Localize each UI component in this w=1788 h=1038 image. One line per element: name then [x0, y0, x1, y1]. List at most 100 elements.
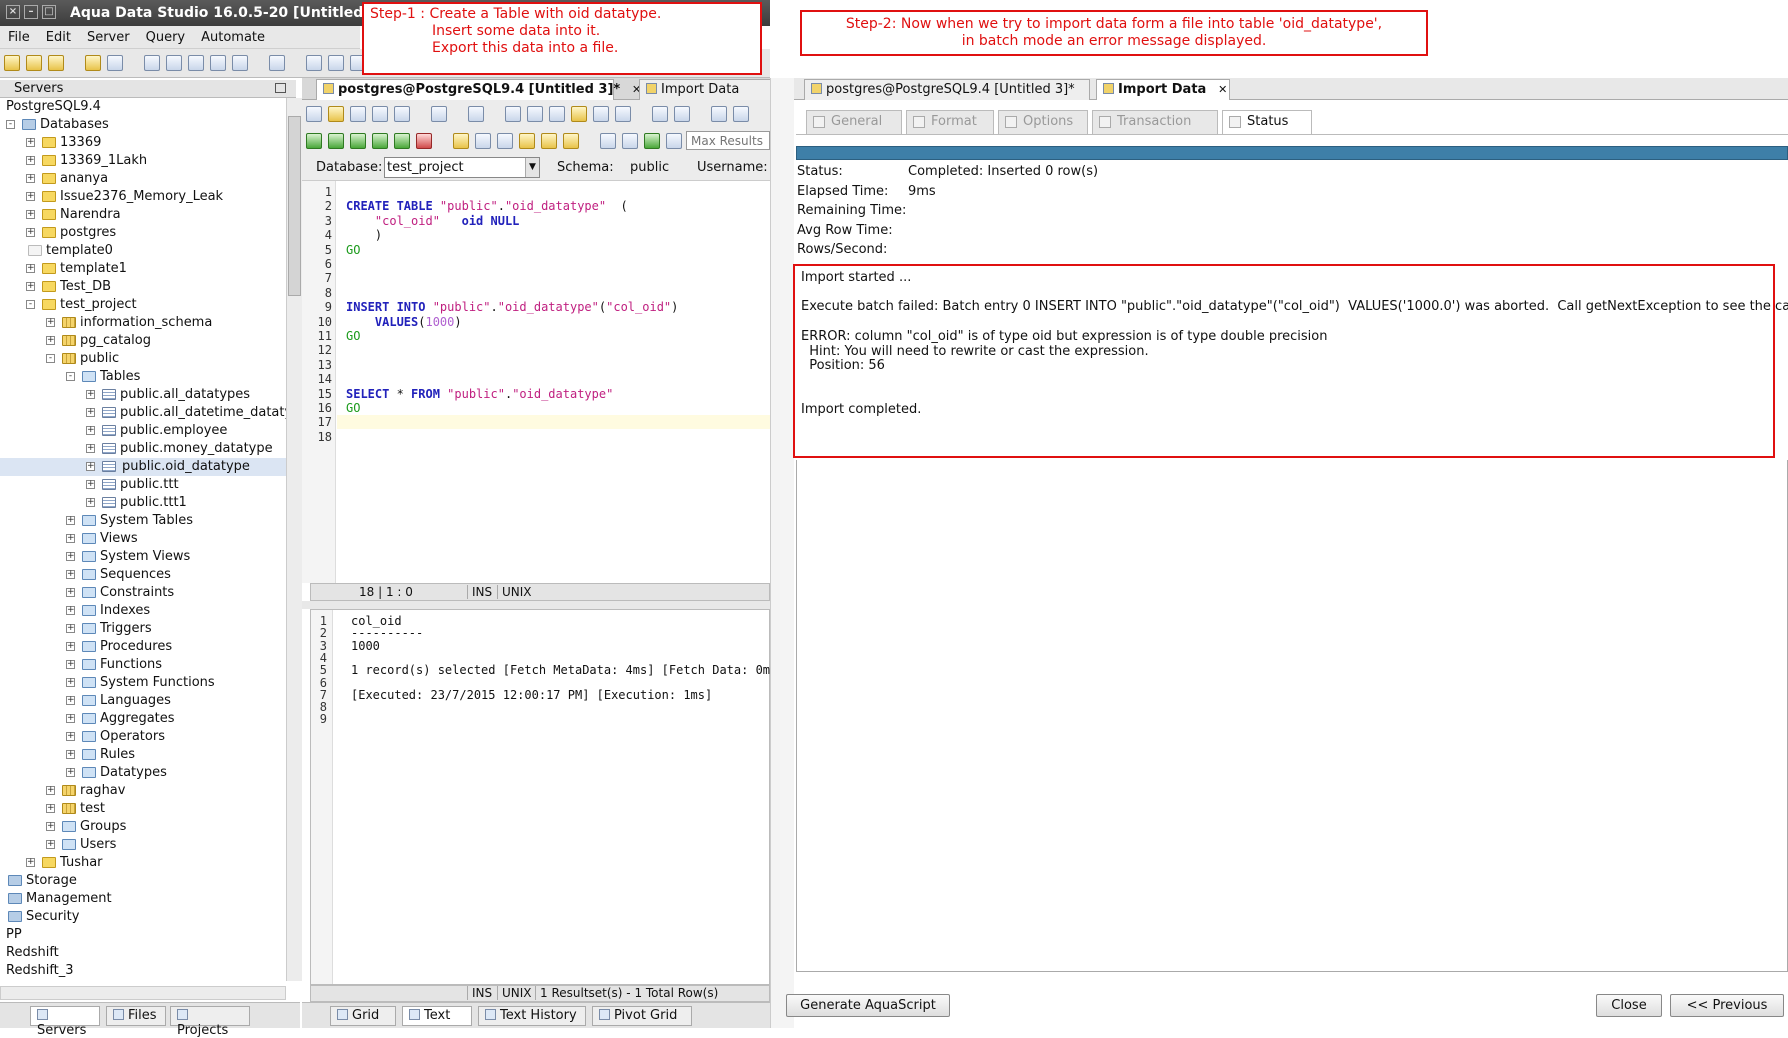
tree-item[interactable]: Management	[0, 890, 286, 908]
close-icon[interactable]: ✕	[1214, 83, 1227, 96]
tree-item[interactable]: - Tables	[0, 368, 286, 386]
expand-icon[interactable]: +	[66, 642, 75, 651]
font-smaller-icon[interactable]	[733, 106, 749, 122]
tree-item[interactable]: + public.all_datetime_datatypes	[0, 404, 286, 422]
tree-item[interactable]: + public.employee	[0, 422, 286, 440]
stop-icon[interactable]	[416, 133, 432, 149]
query-window-icon[interactable]	[144, 55, 160, 71]
execute-icon[interactable]	[306, 133, 322, 149]
tab-query-window[interactable]: postgres@PostgreSQL9.4 [Untitled 3]*	[804, 79, 1090, 100]
wizard-tab-options[interactable]: Options	[998, 110, 1088, 134]
tree-item[interactable]: PostgreSQL9.4	[0, 98, 286, 116]
undo-icon[interactable]	[593, 106, 609, 122]
expand-icon[interactable]: +	[66, 552, 75, 561]
expand-icon[interactable]: +	[86, 390, 95, 399]
tree-item[interactable]: + raghav	[0, 782, 286, 800]
save-all-icon[interactable]	[394, 106, 410, 122]
scroll-thumb[interactable]	[288, 116, 301, 296]
tree-item[interactable]: + Indexes	[0, 602, 286, 620]
edit-server-icon[interactable]	[48, 55, 64, 71]
expand-icon[interactable]: +	[66, 588, 75, 597]
expand-icon[interactable]: +	[26, 156, 35, 165]
expand-icon[interactable]: +	[86, 408, 95, 417]
tree-item[interactable]: + Narendra	[0, 206, 286, 224]
menu-edit[interactable]: Edit	[46, 30, 71, 45]
explain-icon[interactable]	[394, 133, 410, 149]
expand-icon[interactable]: +	[86, 426, 95, 435]
expand-icon[interactable]: +	[26, 210, 35, 219]
tree-item[interactable]: + System Tables	[0, 512, 286, 530]
tree-item[interactable]: + System Functions	[0, 674, 286, 692]
expand-icon[interactable]: +	[26, 858, 35, 867]
print-icon[interactable]	[431, 106, 447, 122]
query-builder-icon[interactable]	[166, 55, 182, 71]
tree-item[interactable]: + Sequences	[0, 566, 286, 584]
cut-icon[interactable]	[527, 106, 543, 122]
result-tab-grid[interactable]: Grid	[330, 1006, 396, 1026]
chevron-down-icon[interactable]: ▼	[525, 158, 539, 177]
paste-icon[interactable]	[571, 106, 587, 122]
expand-icon[interactable]: +	[86, 444, 95, 453]
commit-icon[interactable]	[475, 133, 491, 149]
wizard-tab-format[interactable]: Format	[906, 110, 994, 134]
import-log[interactable]: Import started ... Execute batch failed: …	[793, 264, 1788, 458]
tree-item[interactable]: + Users	[0, 836, 286, 854]
tree-item[interactable]: template0	[0, 242, 286, 260]
tree-item[interactable]: + Aggregates	[0, 710, 286, 728]
expand-icon[interactable]: +	[26, 228, 35, 237]
export-icon[interactable]	[306, 55, 322, 71]
tree-item[interactable]: + System Views	[0, 548, 286, 566]
wizard-tab-transaction[interactable]: Transaction	[1092, 110, 1218, 134]
tree-item[interactable]: - test_project	[0, 296, 286, 314]
procedure-icon[interactable]	[232, 55, 248, 71]
tree-item[interactable]: + Triggers	[0, 620, 286, 638]
results-grid-icon[interactable]	[600, 133, 616, 149]
expand-icon[interactable]: +	[66, 606, 75, 615]
expand-icon[interactable]: +	[26, 174, 35, 183]
expand-icon[interactable]: +	[46, 786, 55, 795]
table-icon[interactable]	[188, 55, 204, 71]
expand-icon[interactable]: +	[86, 462, 95, 471]
editor-splitter[interactable]	[302, 601, 770, 609]
bottom-tab-projects[interactable]: Projects	[170, 1006, 250, 1038]
expand-icon[interactable]: +	[46, 822, 55, 831]
script-icon[interactable]	[269, 55, 285, 71]
tree-item[interactable]: - Databases	[0, 116, 286, 134]
plan-icon[interactable]	[519, 133, 535, 149]
tab-import-data[interactable]: Import Data	[639, 79, 787, 100]
tree-item[interactable]: + Languages	[0, 692, 286, 710]
result-tab-text[interactable]: Text	[402, 1006, 472, 1026]
tree-item[interactable]: + Procedures	[0, 638, 286, 656]
expand-icon[interactable]: +	[66, 570, 75, 579]
trace-icon[interactable]	[563, 133, 579, 149]
restore-icon[interactable]	[275, 83, 286, 93]
tree-item[interactable]: + public.all_datatypes	[0, 386, 286, 404]
collapse-icon[interactable]: -	[6, 120, 15, 129]
save-as-icon[interactable]	[372, 106, 388, 122]
tree-item[interactable]: + public.ttt1	[0, 494, 286, 512]
register-icon[interactable]	[26, 55, 42, 71]
database-select[interactable]: test_project ▼	[384, 157, 540, 178]
tree-item[interactable]: + Test_DB	[0, 278, 286, 296]
expand-icon[interactable]: +	[66, 714, 75, 723]
expand-icon[interactable]: +	[66, 624, 75, 633]
tree-item[interactable]: + Tushar	[0, 854, 286, 872]
collapse-icon[interactable]: -	[46, 354, 55, 363]
bottom-tab-files[interactable]: Files	[106, 1006, 166, 1026]
results-text-icon[interactable]	[622, 133, 638, 149]
tree-item[interactable]: + Operators	[0, 728, 286, 746]
tree-item[interactable]: + test	[0, 800, 286, 818]
tree-item[interactable]: + Groups	[0, 818, 286, 836]
collapse-icon[interactable]: -	[66, 372, 75, 381]
redo-icon[interactable]	[615, 106, 631, 122]
tree-item[interactable]: + Functions	[0, 656, 286, 674]
result-tab-pivot-grid[interactable]: Pivot Grid	[592, 1006, 692, 1026]
expand-icon[interactable]: +	[66, 678, 75, 687]
save-icon[interactable]	[350, 106, 366, 122]
tree-item[interactable]: + Views	[0, 530, 286, 548]
expand-icon[interactable]: +	[66, 516, 75, 525]
tree-item[interactable]: + template1	[0, 260, 286, 278]
connect-icon[interactable]	[85, 55, 101, 71]
expand-icon[interactable]: +	[66, 534, 75, 543]
tree-item[interactable]: + public.money_datatype	[0, 440, 286, 458]
